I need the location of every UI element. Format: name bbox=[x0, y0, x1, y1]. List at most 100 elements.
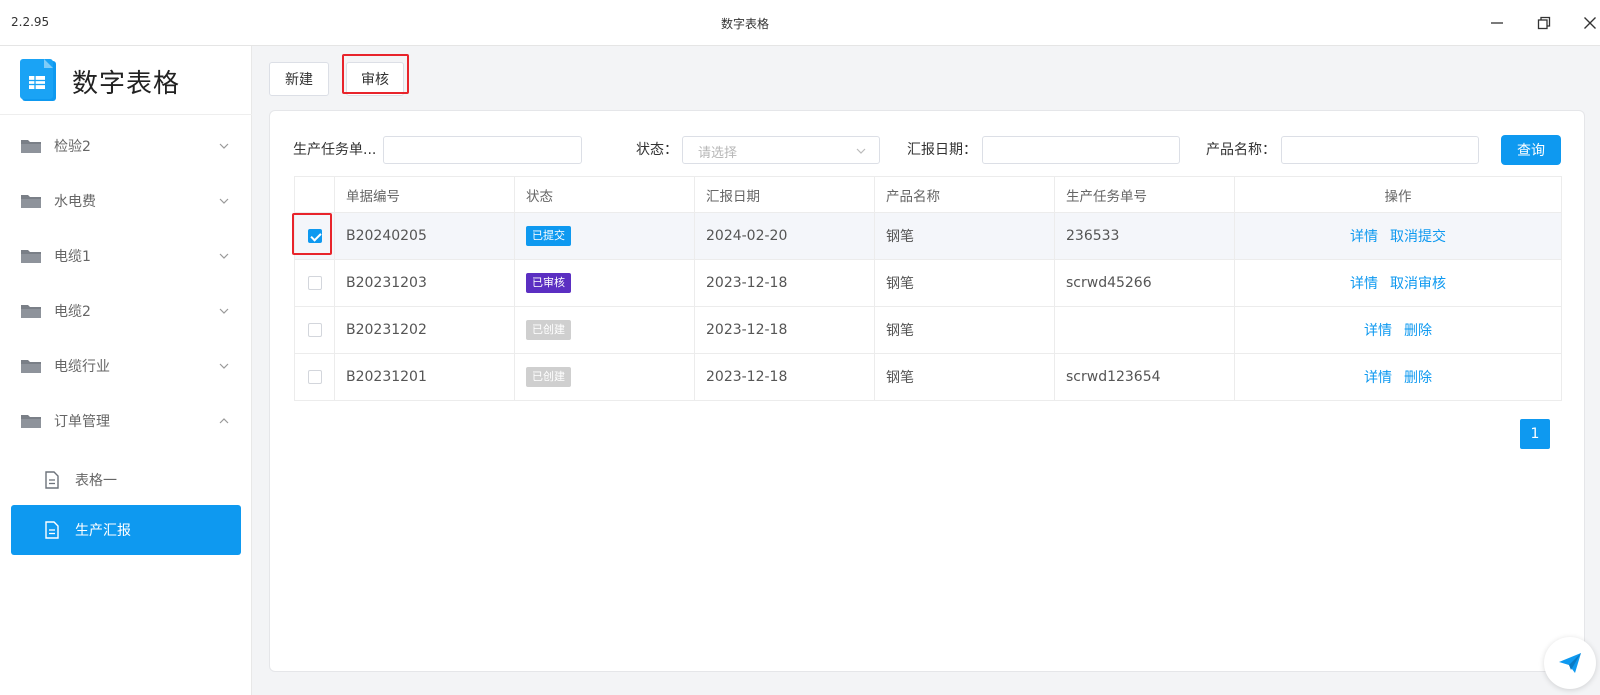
cancel-action-link[interactable]: 取消提交 bbox=[1390, 229, 1446, 245]
table-row[interactable]: B20240205 已提交 2024-02-20 钢笔 236533 详情 取消提交 bbox=[294, 212, 1562, 260]
new-button[interactable]: 新建 bbox=[269, 62, 329, 96]
folder-icon bbox=[21, 305, 41, 318]
actions-cell: 详情 取消提交 bbox=[1234, 212, 1562, 260]
divider bbox=[0, 114, 252, 115]
document-icon bbox=[45, 521, 59, 539]
document-number-cell: B20231201 bbox=[334, 353, 515, 401]
sidebar-item-cable-industry[interactable]: 电缆行业 bbox=[0, 346, 252, 386]
detail-link[interactable]: 详情 bbox=[1364, 323, 1392, 339]
sidebar-item-utilities[interactable]: 水电费 bbox=[0, 181, 252, 221]
row-checkbox-cell bbox=[294, 353, 335, 401]
sidebar-subitem-label: 表格一 bbox=[75, 473, 117, 489]
paper-plane-icon bbox=[1559, 653, 1581, 673]
status-cell: 已创建 bbox=[514, 306, 695, 354]
product-name-cell: 钢笔 bbox=[874, 353, 1055, 401]
chevron-up-icon bbox=[219, 418, 229, 424]
product-name-cell: 钢笔 bbox=[874, 259, 1055, 307]
sidebar-item-label: 订单管理 bbox=[54, 414, 110, 430]
status-cell: 已提交 bbox=[514, 212, 695, 260]
task-number-cell: scrwd123654 bbox=[1054, 353, 1235, 401]
status-badge: 已创建 bbox=[526, 320, 571, 340]
sidebar-item-inspection-2[interactable]: 检验2 bbox=[0, 126, 252, 166]
task-number-label: 生产任务单... bbox=[293, 142, 377, 158]
status-cell: 已审核 bbox=[514, 259, 695, 307]
row-checkbox[interactable] bbox=[307, 370, 322, 384]
window-title: 数字表格 bbox=[720, 17, 769, 31]
column-header: 单据编号 bbox=[334, 176, 515, 213]
sidebar-item-cable-1[interactable]: 电缆1 bbox=[0, 236, 252, 276]
detail-link[interactable]: 详情 bbox=[1350, 229, 1378, 245]
report-date-cell: 2023-12-18 bbox=[694, 353, 875, 401]
report-table: 单据编号 状态 汇报日期 产品名称 生产任务单号 操作 B20240205 已提交… bbox=[294, 176, 1562, 401]
actions-cell: 详情 删除 bbox=[1234, 306, 1562, 354]
chevron-down-icon bbox=[219, 253, 229, 259]
restore-icon bbox=[1537, 16, 1551, 30]
actions-cell: 详情 删除 bbox=[1234, 353, 1562, 401]
spreadsheet-logo-icon bbox=[20, 59, 56, 101]
table-row[interactable]: B20231201 已创建 2023-12-18 钢笔 scrwd123654 详情 删除 bbox=[294, 353, 1562, 401]
table-header-row: 单据编号 状态 汇报日期 产品名称 生产任务单号 操作 bbox=[294, 176, 1562, 213]
row-checkbox-cell bbox=[294, 212, 335, 260]
sidebar-subitem-table-one[interactable]: 表格一 bbox=[11, 455, 241, 505]
minimize-icon bbox=[1491, 22, 1503, 24]
chevron-down-icon bbox=[219, 308, 229, 314]
column-header: 产品名称 bbox=[874, 176, 1055, 213]
sidebar-item-cable-2[interactable]: 电缆2 bbox=[0, 291, 252, 331]
folder-icon bbox=[21, 140, 41, 153]
row-checkbox[interactable] bbox=[307, 229, 322, 243]
chevron-down-icon bbox=[219, 363, 229, 369]
document-number-cell: B20231203 bbox=[334, 259, 515, 307]
minimize-button[interactable] bbox=[1484, 10, 1510, 36]
status-cell: 已创建 bbox=[514, 353, 695, 401]
report-date-label: 汇报日期： bbox=[907, 142, 977, 158]
sidebar-item-label: 电缆1 bbox=[54, 249, 91, 265]
product-name-input[interactable] bbox=[1281, 136, 1479, 164]
delete-link[interactable]: 删除 bbox=[1404, 370, 1432, 386]
header-checkbox-cell bbox=[294, 176, 335, 213]
row-checkbox[interactable] bbox=[307, 323, 322, 337]
close-button[interactable] bbox=[1577, 10, 1600, 36]
status-badge: 已提交 bbox=[526, 226, 571, 246]
task-number-cell: 236533 bbox=[1054, 212, 1235, 260]
status-badge: 已审核 bbox=[526, 273, 571, 293]
restore-button[interactable] bbox=[1531, 10, 1557, 36]
send-fab-button[interactable] bbox=[1544, 637, 1596, 689]
column-header: 状态 bbox=[514, 176, 695, 213]
folder-icon bbox=[21, 250, 41, 263]
cancel-action-link[interactable]: 取消审核 bbox=[1390, 276, 1446, 292]
brand-name: 数字表格 bbox=[72, 68, 181, 99]
folder-icon bbox=[21, 360, 41, 373]
status-badge: 已创建 bbox=[526, 367, 571, 387]
report-date-input[interactable] bbox=[982, 136, 1180, 164]
table-row[interactable]: B20231203 已审核 2023-12-18 钢笔 scrwd45266 详情 取消审核 bbox=[294, 259, 1562, 307]
status-select[interactable]: 请选择 bbox=[682, 136, 880, 164]
title-bar: 2.2.95 数字表格 bbox=[0, 0, 1600, 46]
sidebar-item-order-management[interactable]: 订单管理 bbox=[0, 401, 252, 441]
detail-link[interactable]: 详情 bbox=[1350, 276, 1378, 292]
table-row[interactable]: B20231202 已创建 2023-12-18 钢笔 详情 删除 bbox=[294, 306, 1562, 354]
chevron-down-icon bbox=[219, 143, 229, 149]
sidebar-item-label: 电缆2 bbox=[54, 304, 91, 320]
brand: 数字表格 bbox=[20, 58, 180, 104]
review-button[interactable]: 审核 bbox=[346, 62, 404, 96]
chevron-down-icon bbox=[856, 148, 866, 154]
pagination-page[interactable]: 1 bbox=[1520, 419, 1550, 449]
document-icon bbox=[45, 471, 59, 489]
delete-link[interactable]: 删除 bbox=[1404, 323, 1432, 339]
product-name-label: 产品名称： bbox=[1206, 142, 1276, 158]
query-button[interactable]: 查询 bbox=[1501, 135, 1561, 165]
sidebar: 数字表格 检验2 水电费 电缆1 电缆2 电缆行业 订单管理 表格一 生产汇报 bbox=[0, 46, 252, 695]
row-checkbox[interactable] bbox=[307, 276, 322, 290]
close-icon bbox=[1584, 17, 1596, 29]
row-checkbox-cell bbox=[294, 259, 335, 307]
sidebar-item-label: 电缆行业 bbox=[54, 359, 110, 375]
folder-icon bbox=[21, 415, 41, 428]
sidebar-subitem-production-report[interactable]: 生产汇报 bbox=[11, 505, 241, 555]
row-checkbox-cell bbox=[294, 306, 335, 354]
detail-link[interactable]: 详情 bbox=[1364, 370, 1392, 386]
column-header: 操作 bbox=[1234, 176, 1562, 213]
report-date-cell: 2023-12-18 bbox=[694, 306, 875, 354]
task-number-cell: scrwd45266 bbox=[1054, 259, 1235, 307]
document-number-cell: B20240205 bbox=[334, 212, 515, 260]
task-number-input[interactable] bbox=[383, 136, 582, 164]
